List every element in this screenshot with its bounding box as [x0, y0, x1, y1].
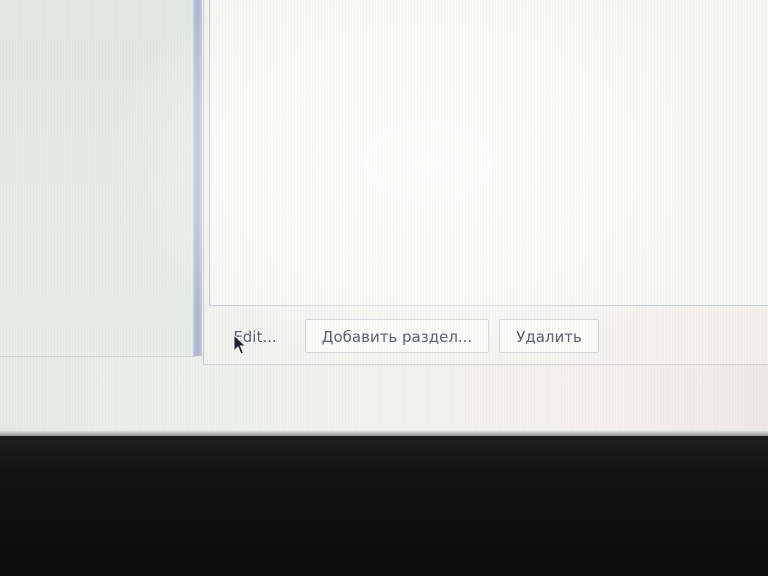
add-section-button[interactable]: Добавить раздел... — [305, 319, 489, 353]
left-pane — [0, 0, 196, 357]
edit-button[interactable]: Edit... — [218, 319, 292, 353]
delete-button[interactable]: Удалить — [499, 319, 599, 353]
pane-splitter[interactable] — [193, 0, 202, 356]
list-area[interactable] — [209, 0, 768, 306]
screen: Edit... Добавить раздел... Удалить — [0, 0, 768, 448]
mouse-cursor-icon — [233, 334, 247, 355]
monitor-bezel — [0, 436, 768, 576]
photo-of-monitor: Edit... Добавить раздел... Удалить — [0, 0, 768, 576]
